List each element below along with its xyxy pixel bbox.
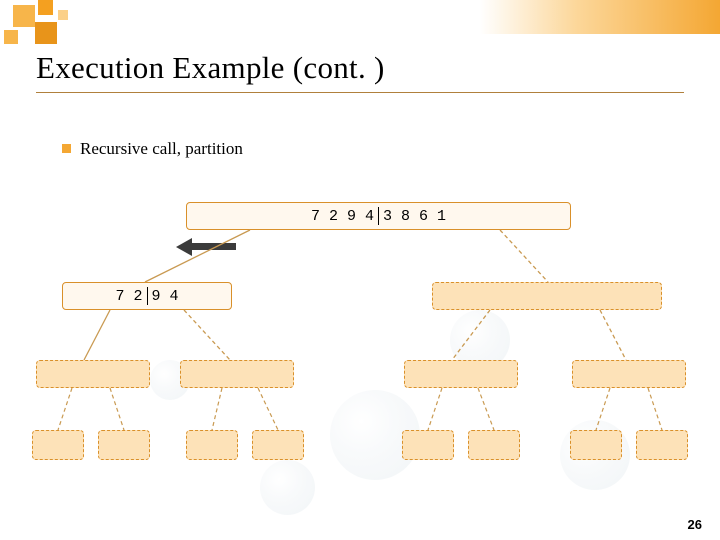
- root-left: 7 2 9 4: [311, 208, 374, 225]
- arrow-head-icon: [176, 238, 192, 256]
- l2l-left: 7 2: [115, 288, 142, 305]
- arrow-indicator: [176, 238, 236, 256]
- divider: [147, 287, 148, 305]
- title-underline: [36, 92, 684, 93]
- root-node: 7 2 9 4 3 8 6 1: [186, 202, 571, 230]
- leaf-node: [32, 430, 84, 460]
- leaf-node: [570, 430, 622, 460]
- tree-diagram: 7 2 9 4 3 8 6 1 7 2 9 4: [0, 190, 720, 500]
- level3-node: [404, 360, 518, 388]
- deco-square: [38, 0, 53, 15]
- bullet-text: Recursive call, partition: [80, 139, 243, 159]
- edges: [0, 190, 720, 510]
- level2-left-node: 7 2 9 4: [62, 282, 232, 310]
- slide-title: Execution Example (cont. ): [36, 50, 385, 86]
- level2-right-node: [432, 282, 662, 310]
- level3-node: [572, 360, 686, 388]
- corner-decoration: [0, 0, 200, 50]
- level3-node: [36, 360, 150, 388]
- leaf-node: [468, 430, 520, 460]
- l2l-right: 9 4: [152, 288, 179, 305]
- leaf-node: [186, 430, 238, 460]
- root-right: 3 8 6 1: [383, 208, 446, 225]
- leaf-node: [402, 430, 454, 460]
- leaf-node: [98, 430, 150, 460]
- header-gradient: [480, 0, 720, 34]
- leaf-node: [252, 430, 304, 460]
- arrow-body: [192, 243, 236, 250]
- deco-square: [58, 10, 68, 20]
- level3-node: [180, 360, 294, 388]
- page-number: 26: [688, 517, 702, 532]
- divider: [378, 207, 379, 225]
- deco-square: [4, 30, 18, 44]
- leaf-node: [636, 430, 688, 460]
- deco-square: [13, 5, 35, 27]
- bullet-icon: [62, 144, 71, 153]
- deco-square: [35, 22, 57, 44]
